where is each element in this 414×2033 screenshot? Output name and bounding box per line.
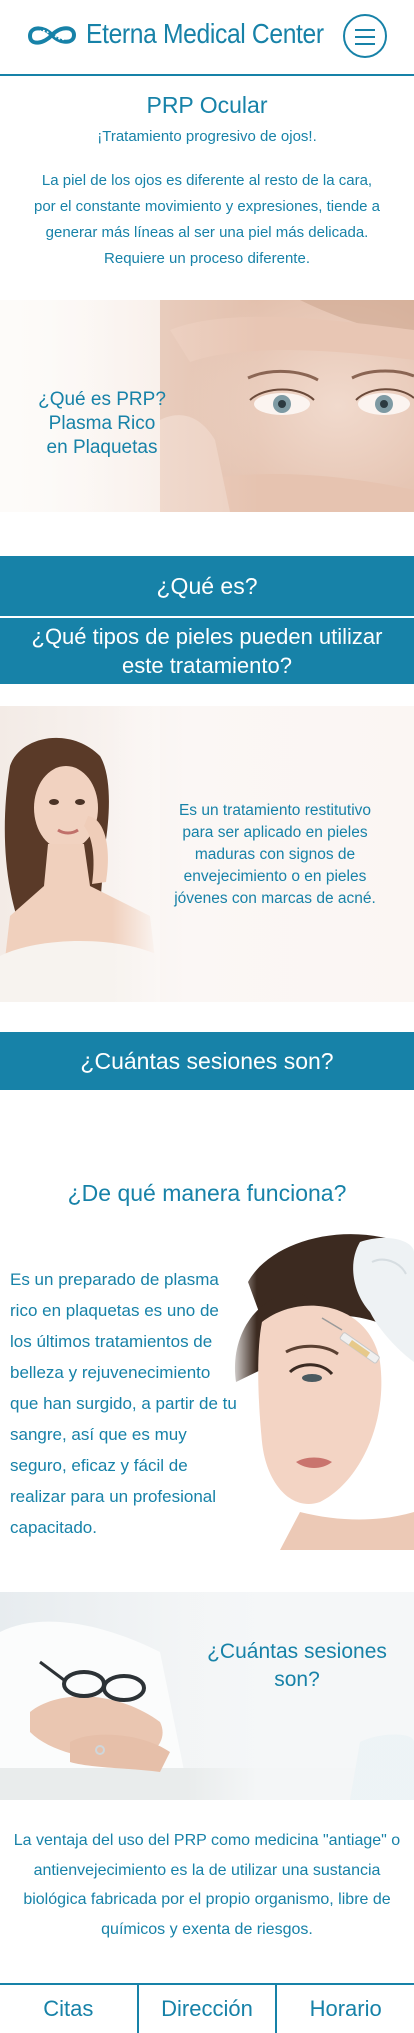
- how-it-works-text: Es un preparado de plasma rico en plaque…: [10, 1270, 237, 1537]
- sessions-question: ¿Cuántas sesiones son?: [192, 1638, 402, 1694]
- infinity-logo-icon[interactable]: [22, 18, 82, 52]
- prp-hero-line: Plasma Rico: [48, 413, 156, 434]
- hamburger-menu-icon-line: [355, 43, 375, 45]
- menu-button[interactable]: [343, 14, 387, 58]
- woman-portrait-image: [0, 706, 160, 1002]
- how-it-works-heading: ¿De qué manera funciona?: [67, 1180, 347, 1206]
- prp-hero-line: en Plaquetas: [46, 437, 158, 458]
- hamburger-menu-icon: [355, 29, 375, 31]
- citas-button[interactable]: Citas: [0, 1985, 139, 2033]
- brand-name[interactable]: Eterna Medical Center: [86, 18, 324, 50]
- direccion-button[interactable]: Dirección: [138, 1985, 278, 2033]
- antiage-paragraph: La ventaja del uso del PRP como medicina…: [13, 1832, 401, 1938]
- doctor-hands-image: [0, 1592, 414, 1800]
- skin-types-heading: ¿Qué tipos de pieles pueden utilizar est…: [0, 618, 414, 684]
- hamburger-menu-icon-line: [355, 36, 375, 38]
- treatment-description: Es un tratamiento restitutivo para ser a…: [174, 802, 376, 907]
- injection-section: Es un preparado de plasma rico en plaque…: [0, 1222, 414, 1550]
- skin-types-line: ¿Qué tipos de pieles pueden utilizar: [31, 624, 383, 649]
- doctor-section: ¿Cuántas sesiones son?: [0, 1592, 414, 1800]
- horario-button[interactable]: Horario: [277, 1985, 414, 2033]
- sessions-question-line: ¿Cuántas sesiones: [207, 1640, 387, 1663]
- sessions-heading: ¿Cuántas sesiones son?: [0, 1032, 414, 1090]
- what-is-heading: ¿Qué es?: [0, 556, 414, 616]
- woman-touching-face-section: Es un tratamiento restitutivo para ser a…: [0, 706, 414, 1002]
- page-subtitle: ¡Tratamiento progresivo de ojos!.: [97, 128, 317, 145]
- sessions-question-line: son?: [274, 1668, 320, 1691]
- intro-paragraph: La piel de los ojos es diferente al rest…: [33, 172, 381, 267]
- bottom-nav: Citas Dirección Horario: [0, 1983, 414, 2033]
- skin-types-line: este tratamiento?: [122, 653, 292, 678]
- page-title: PRP Ocular: [146, 92, 268, 118]
- header: Eterna Medical Center: [0, 0, 414, 76]
- prp-hero-text: ¿Qué es PRP? Plasma Rico en Plaquetas: [32, 388, 172, 460]
- page: Eterna Medical Center PRP Ocular ¡Tratam…: [0, 0, 414, 2033]
- prp-hero-line: ¿Qué es PRP?: [38, 389, 166, 410]
- prp-hero-banner: ¿Qué es PRP? Plasma Rico en Plaquetas: [0, 300, 414, 512]
